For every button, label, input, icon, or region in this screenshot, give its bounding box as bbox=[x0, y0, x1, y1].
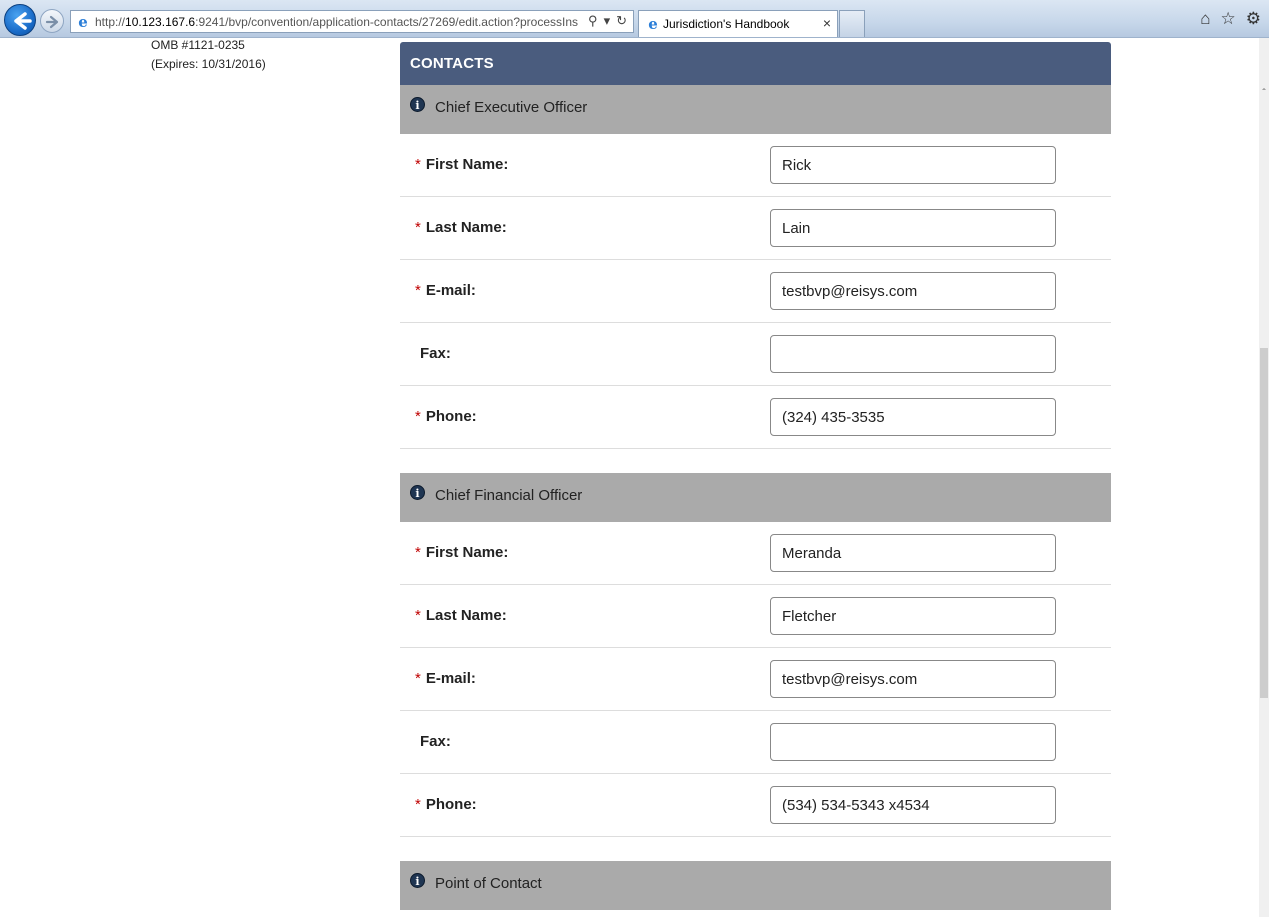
field-label: Fax: bbox=[420, 345, 451, 362]
address-bar[interactable]: e http://10.123.167.6:9241/bvp/conventio… bbox=[70, 10, 634, 33]
back-button[interactable] bbox=[4, 4, 36, 36]
back-arrow-icon bbox=[14, 12, 32, 30]
info-icon[interactable]: i bbox=[410, 485, 425, 500]
home-icon[interactable]: ⌂ bbox=[1200, 9, 1210, 29]
field-label: * Last Name: bbox=[415, 607, 507, 624]
field-label: Fax: bbox=[420, 733, 451, 750]
section-header-point-of-contact: i Point of Contact bbox=[400, 861, 1111, 910]
section-header-ceo: i Chief Executive Officer bbox=[400, 85, 1111, 134]
field-label: * Phone: bbox=[415, 408, 477, 425]
info-icon[interactable]: i bbox=[410, 97, 425, 112]
scroll-up-icon[interactable]: ˆ bbox=[1259, 88, 1269, 100]
tab-jurisdictions-handbook[interactable]: e Jurisdiction's Handbook × bbox=[638, 10, 838, 37]
vertical-scrollbar[interactable]: ˆ bbox=[1259, 38, 1269, 917]
ie-icon: e bbox=[78, 13, 88, 31]
required-marker: * bbox=[415, 408, 421, 425]
gear-icon[interactable]: ⚙ bbox=[1246, 9, 1261, 29]
browser-chrome: e http://10.123.167.6:9241/bvp/conventio… bbox=[0, 0, 1269, 38]
required-marker: * bbox=[415, 796, 421, 813]
form-row: * First Name: bbox=[400, 134, 1111, 197]
dropdown-icon[interactable]: ▾ bbox=[604, 13, 611, 29]
cfo-email-input[interactable] bbox=[770, 660, 1056, 698]
ie-icon: e bbox=[648, 15, 658, 33]
omb-number: OMB #1121-0235 bbox=[151, 38, 245, 52]
section-title: Chief Financial Officer bbox=[435, 487, 583, 504]
required-marker: * bbox=[415, 670, 421, 687]
form-row: * Last Name: bbox=[400, 585, 1111, 648]
panel-title: CONTACTS bbox=[400, 42, 1111, 85]
ceo-last-name-input[interactable] bbox=[770, 209, 1056, 247]
section-spacer bbox=[400, 837, 1111, 861]
form-row: * First Name: bbox=[400, 522, 1111, 585]
section-title: Chief Executive Officer bbox=[435, 99, 588, 116]
forward-button[interactable] bbox=[40, 9, 64, 33]
ceo-first-name-input[interactable] bbox=[770, 146, 1056, 184]
cfo-last-name-input[interactable] bbox=[770, 597, 1056, 635]
field-label: * E-mail: bbox=[415, 282, 476, 299]
tab-title: Jurisdiction's Handbook bbox=[663, 17, 790, 31]
new-tab-button[interactable] bbox=[839, 10, 865, 37]
contacts-panel: CONTACTS i Chief Executive Officer * Firs… bbox=[400, 42, 1111, 910]
form-row: Fax: bbox=[400, 323, 1111, 386]
cfo-phone-input[interactable] bbox=[770, 786, 1056, 824]
required-marker: * bbox=[415, 607, 421, 624]
section-spacer bbox=[400, 449, 1111, 473]
url-text: http://10.123.167.6:9241/bvp/convention/… bbox=[95, 15, 579, 29]
cfo-first-name-input[interactable] bbox=[770, 534, 1056, 572]
required-marker: * bbox=[415, 156, 421, 173]
omb-expiration: (Expires: 10/31/2016) bbox=[151, 57, 266, 71]
field-label: * Phone: bbox=[415, 796, 477, 813]
close-icon[interactable]: × bbox=[823, 15, 831, 31]
search-icon[interactable]: ⚲ bbox=[588, 13, 598, 29]
field-label: * E-mail: bbox=[415, 670, 476, 687]
form-row: Fax: bbox=[400, 711, 1111, 774]
section-header-cfo: i Chief Financial Officer bbox=[400, 473, 1111, 522]
refresh-icon[interactable]: ↻ bbox=[616, 13, 627, 29]
section-title: Point of Contact bbox=[435, 875, 542, 892]
scroll-thumb[interactable] bbox=[1260, 348, 1268, 698]
ceo-phone-input[interactable] bbox=[770, 398, 1056, 436]
ceo-email-input[interactable] bbox=[770, 272, 1056, 310]
ceo-fax-input[interactable] bbox=[770, 335, 1056, 373]
info-icon[interactable]: i bbox=[410, 873, 425, 888]
forward-arrow-icon bbox=[45, 15, 59, 29]
required-marker: * bbox=[415, 282, 421, 299]
form-row: * E-mail: bbox=[400, 260, 1111, 323]
field-label: * First Name: bbox=[415, 544, 509, 561]
omb-info: OMB #1121-0235 (Expires: 10/31/2016) bbox=[151, 36, 266, 74]
cfo-fax-input[interactable] bbox=[770, 723, 1056, 761]
form-row: * E-mail: bbox=[400, 648, 1111, 711]
required-marker: * bbox=[415, 219, 421, 236]
star-icon[interactable]: ☆ bbox=[1221, 9, 1236, 29]
field-label: * Last Name: bbox=[415, 219, 507, 236]
form-row: * Last Name: bbox=[400, 197, 1111, 260]
required-marker: * bbox=[415, 544, 421, 561]
form-row: * Phone: bbox=[400, 774, 1111, 837]
field-label: * First Name: bbox=[415, 156, 509, 173]
form-row: * Phone: bbox=[400, 386, 1111, 449]
